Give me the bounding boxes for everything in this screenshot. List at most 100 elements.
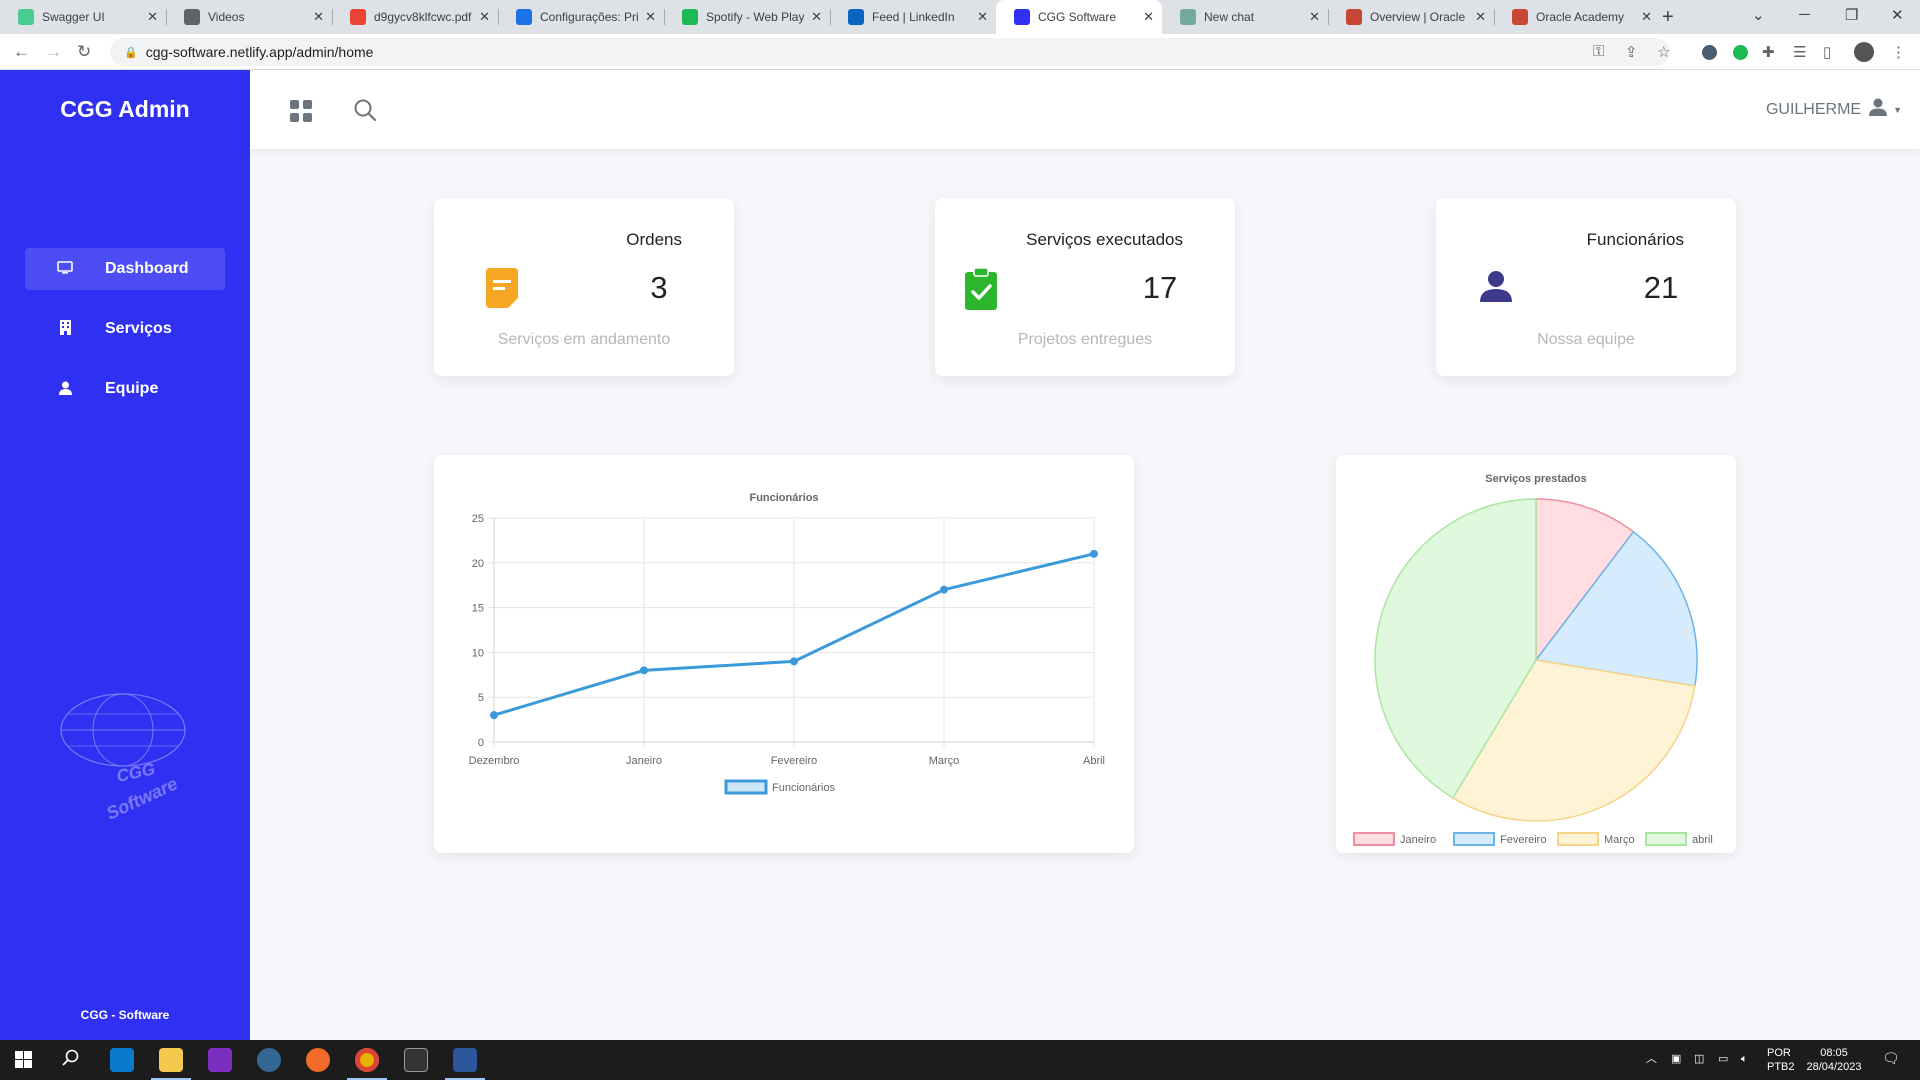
clock[interactable]: 08:05 28/04/2023 <box>1802 1046 1866 1074</box>
tab-separator <box>332 9 333 25</box>
y-tick-label: 15 <box>472 603 484 615</box>
y-tick-label: 20 <box>472 558 484 570</box>
oracle-icon <box>1512 9 1528 25</box>
browser-tab[interactable]: CGG Software ✕ <box>996 0 1162 34</box>
close-tab-icon[interactable]: ✕ <box>1309 9 1320 25</box>
close-tab-icon[interactable]: ✕ <box>479 9 490 25</box>
bookmark-star-icon[interactable]: ☆ <box>1657 43 1670 61</box>
browser-tab[interactable]: d9gycv8klfcwc.pdf ✕ <box>332 0 498 34</box>
network-icon[interactable]: ◫ <box>1694 1052 1704 1066</box>
apps-grid-icon[interactable] <box>290 100 312 122</box>
data-point <box>790 657 798 666</box>
browser-tab[interactable]: Videos ✕ <box>166 0 332 34</box>
stat-title: Serviços executados <box>1026 230 1183 249</box>
reading-list-icon[interactable]: ☰ <box>1793 43 1806 61</box>
chevron-up-icon[interactable]: ︿ <box>1646 1052 1657 1066</box>
user-icon <box>1480 270 1512 307</box>
browser-tab[interactable]: Overview | Oracle ✕ <box>1328 0 1494 34</box>
terminal-icon[interactable] <box>404 1048 428 1072</box>
postgresql-icon[interactable] <box>257 1048 281 1072</box>
notification-icon[interactable]: 🗨︎ <box>1882 1051 1900 1065</box>
tab-search-icon[interactable]: ⌄ <box>1752 6 1765 24</box>
monitor-icon <box>25 261 105 277</box>
browser-tab[interactable]: Swagger UI ✕ <box>0 0 166 34</box>
close-tab-icon[interactable]: ✕ <box>313 9 324 25</box>
tab-title: Overview | Oracle <box>1370 10 1466 24</box>
extension-icon[interactable] <box>1702 45 1717 60</box>
sidebar-item-label: Dashboard <box>105 260 189 277</box>
new-tab-button[interactable]: + <box>1662 6 1674 29</box>
sidebar-item-equipe[interactable]: Equipe <box>25 368 225 410</box>
settings-icon <box>516 9 532 25</box>
search-icon[interactable] <box>353 98 377 127</box>
menu-kebab-icon[interactable]: ⋮ <box>1891 43 1906 61</box>
date-text: 28/04/2023 <box>1806 1061 1862 1073</box>
reload-icon[interactable]: ↻ <box>77 42 91 62</box>
restore-icon[interactable]: ❐ <box>1845 6 1858 24</box>
language-indicator[interactable]: POR PTB2 <box>1767 1046 1795 1074</box>
close-tab-icon[interactable]: ✕ <box>147 9 158 25</box>
pie-chart: Serviços prestados Janeiro Fevereiro Março… <box>1353 473 1713 846</box>
stat-title: Ordens <box>626 230 682 249</box>
tray-app-icon[interactable]: ▣ <box>1671 1052 1681 1066</box>
puzzle-icon[interactable]: ✚ <box>1762 43 1775 61</box>
legend-label: Funcionários <box>772 782 835 794</box>
pie-chart-card: Serviços prestados Janeiro Fevereiro Março… <box>1336 455 1736 853</box>
oracle-icon <box>1346 9 1362 25</box>
postman-icon[interactable] <box>306 1048 330 1072</box>
browser-tab[interactable]: Spotify - Web Play ✕ <box>664 0 830 34</box>
y-tick-label: 25 <box>472 513 484 525</box>
windows-start-icon[interactable] <box>15 1051 32 1073</box>
stat-title: Funcionários <box>1586 230 1684 249</box>
close-tab-icon[interactable]: ✕ <box>1641 9 1652 25</box>
sidebar-item-dashboard[interactable]: Dashboard <box>25 248 225 290</box>
side-panel-icon[interactable]: ▯ <box>1823 43 1831 61</box>
browser-tab[interactable]: Oracle Academy ✕ <box>1494 0 1660 34</box>
close-tab-icon[interactable]: ✕ <box>811 9 822 25</box>
user-icon <box>25 381 105 398</box>
search-icon[interactable] <box>62 1049 80 1072</box>
close-tab-icon[interactable]: ✕ <box>645 9 656 25</box>
close-tab-icon[interactable]: ✕ <box>1475 9 1486 25</box>
user-icon <box>1869 98 1888 121</box>
intellij-icon[interactable] <box>208 1048 232 1072</box>
stat-value: 17 <box>1142 270 1178 305</box>
user-menu[interactable]: GUILHERME ▼ <box>1766 98 1902 121</box>
clipboard-check-icon <box>965 267 997 315</box>
legend-swatch <box>1353 832 1395 846</box>
stat-value: 3 <box>650 270 668 305</box>
tab-separator <box>664 9 665 25</box>
vscode-icon[interactable] <box>110 1048 134 1072</box>
brand-title[interactable]: CGG Admin <box>0 96 250 123</box>
close-window-icon[interactable]: ✕ <box>1891 6 1904 24</box>
word-icon[interactable] <box>453 1048 477 1072</box>
url-text: cgg-software.netlify.app/admin/home <box>145 44 374 60</box>
profile-avatar[interactable] <box>1854 42 1874 62</box>
extension-icon[interactable] <box>1733 45 1748 60</box>
minimize-icon[interactable]: ─ <box>1799 6 1810 23</box>
browser-tab[interactable]: Configurações: Pri ✕ <box>498 0 664 34</box>
browser-tab[interactable]: Feed | LinkedIn ✕ <box>830 0 996 34</box>
volume-icon[interactable]: 🔈︎ <box>1741 1052 1748 1066</box>
file-explorer-icon[interactable] <box>159 1048 183 1072</box>
forward-icon[interactable]: → <box>45 42 62 62</box>
close-tab-icon[interactable]: ✕ <box>977 9 988 25</box>
tab-title: CGG Software <box>1038 10 1117 24</box>
close-tab-icon[interactable]: ✕ <box>1143 9 1154 25</box>
display-icon[interactable]: ▭ <box>1718 1052 1728 1066</box>
legend-swatch <box>1557 832 1599 846</box>
sidebar-item-servicos[interactable]: Serviços <box>25 308 225 350</box>
line-chart-card: Funcionários 0 5 10 15 20 25 Dezembro Janeiro Fe… <box>434 455 1134 853</box>
browser-tab[interactable]: New chat ✕ <box>1162 0 1328 34</box>
url-input[interactable]: 🔒 cgg-software.netlify.app/admin/home <box>110 38 1670 66</box>
lock-icon[interactable]: 🔒 <box>124 46 138 59</box>
chevron-down-icon: ▼ <box>1893 104 1902 115</box>
share-icon[interactable]: ⇪ <box>1625 43 1638 61</box>
tab-title: Swagger UI <box>42 10 105 24</box>
chatgpt-icon <box>1180 9 1196 25</box>
key-icon[interactable]: ⚿ <box>1593 43 1604 60</box>
data-point <box>1090 549 1098 558</box>
keyboard-layout-text: PTB2 <box>1767 1061 1795 1073</box>
back-icon[interactable]: ← <box>13 42 30 62</box>
chrome-icon[interactable] <box>355 1048 379 1072</box>
